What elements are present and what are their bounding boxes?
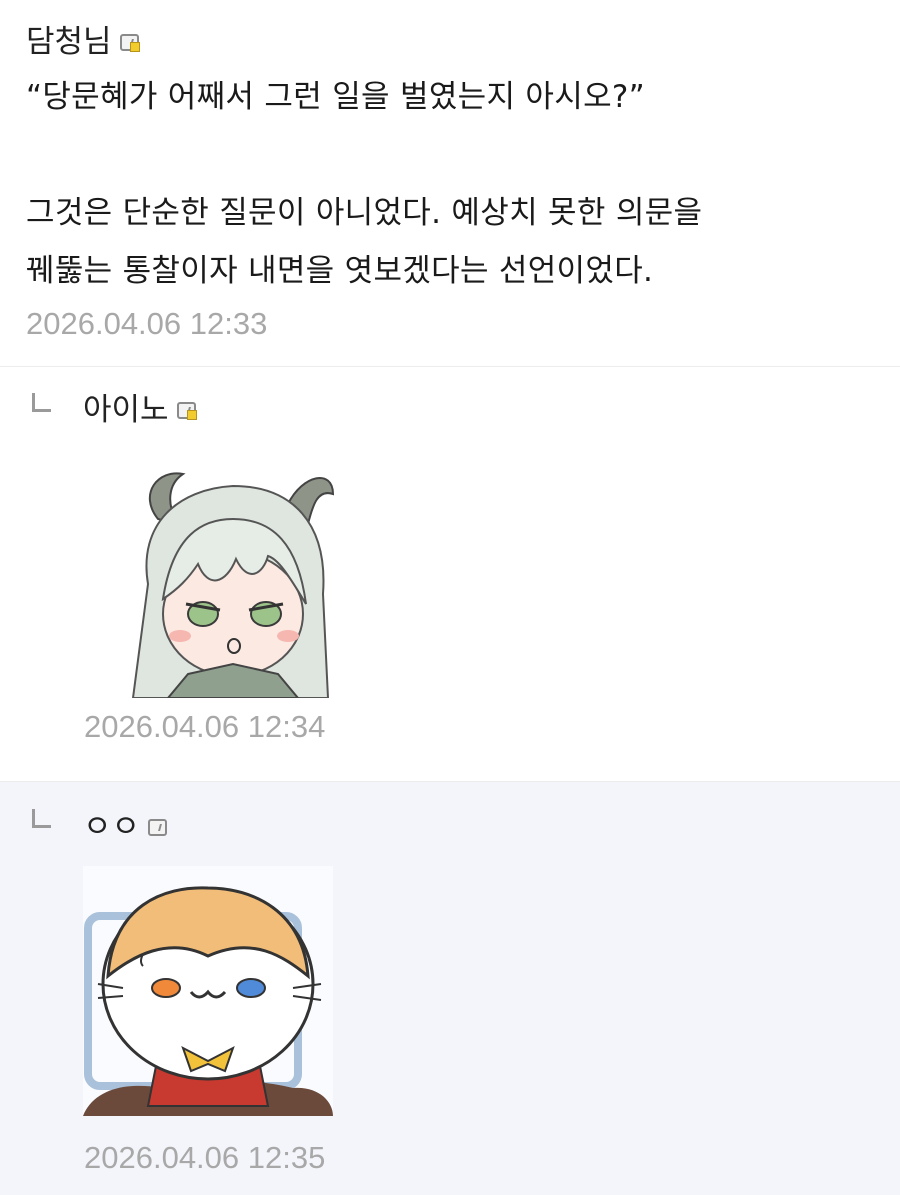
cat-sticker[interactable]	[83, 866, 333, 1116]
reply-arrow-icon	[32, 393, 51, 412]
author-row: 아이노	[83, 395, 197, 426]
comment-author[interactable]: 담청님	[26, 26, 112, 58]
member-badge-icon	[148, 819, 168, 836]
comment-timestamp: 2026.04.06 12:33	[26, 306, 268, 341]
reply-author[interactable]: ㅇㅇ	[83, 812, 140, 843]
member-badge-icon	[176, 402, 197, 420]
comment-line: 그것은 단순한 질문이 아니었다. 예상치 못한 의문을	[26, 195, 703, 231]
reply-author[interactable]: 아이노	[83, 395, 169, 426]
member-badge-icon	[119, 33, 140, 52]
author-row: 담청님	[26, 18, 874, 66]
reply-item: ㅇㅇ 2026.04.06 12:35	[0, 781, 900, 1195]
reply-timestamp: 2026.04.06 12:34	[84, 709, 326, 744]
comment-line: “당문혜가 어째서 그런 일을 벌였는지 아시오?”	[26, 79, 646, 115]
reply-arrow-icon	[32, 809, 51, 828]
reply-timestamp: 2026.04.06 12:35	[84, 1140, 326, 1175]
comment-body: “당문혜가 어째서 그런 일을 벌였는지 아시오?” 그것은 단순한 질문이 아…	[26, 68, 874, 300]
author-row: ㅇㅇ	[83, 812, 168, 843]
anime-girl-sticker[interactable]	[128, 464, 334, 698]
comment-line: 꿰뚫는 통찰이자 내면을 엿보겠다는 선언이었다.	[26, 253, 654, 289]
reply-item: 아이노 2026.04.06 12:34	[0, 366, 900, 781]
comment-item: 담청님 “당문혜가 어째서 그런 일을 벌였는지 아시오?” 그것은 단순한 질…	[0, 0, 900, 366]
